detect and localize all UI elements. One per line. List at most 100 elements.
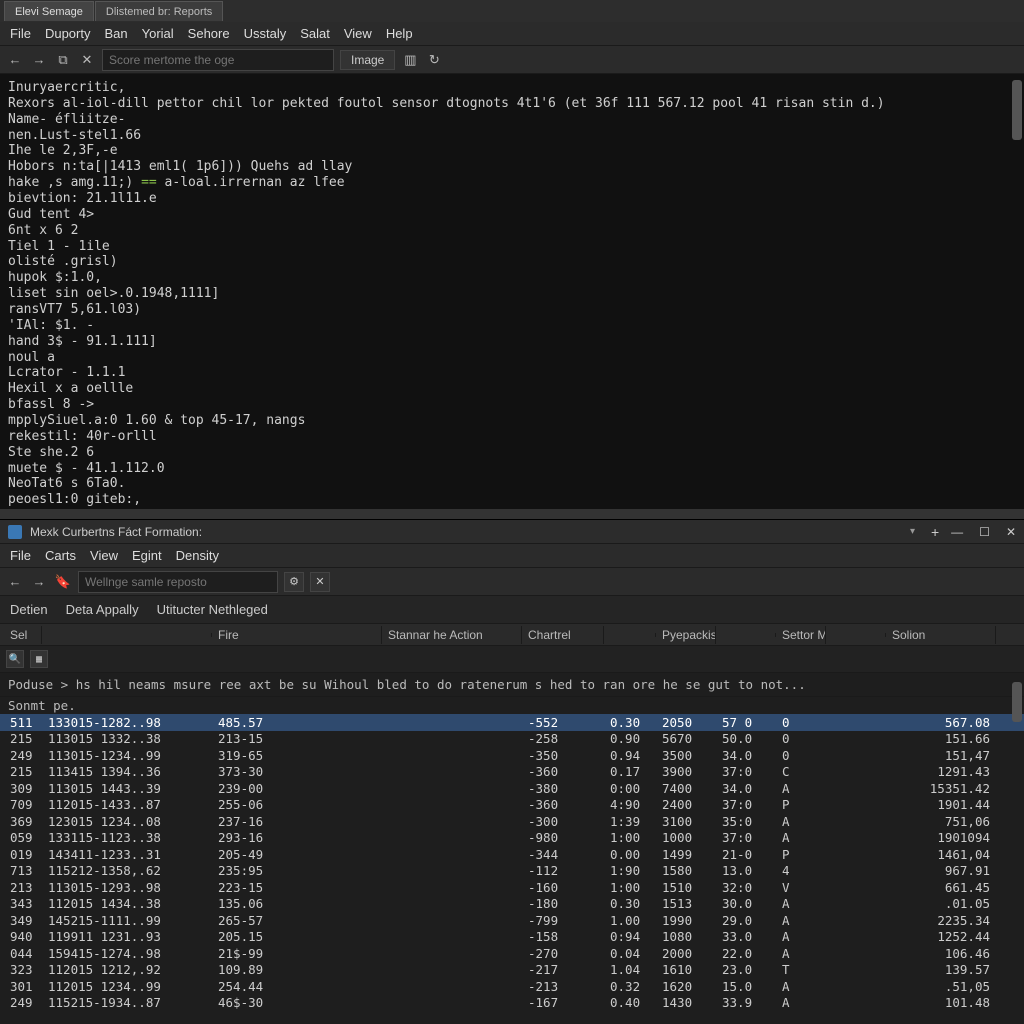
- cell: 1580: [656, 863, 716, 878]
- table-row[interactable]: 301112015 1234..99254.44-2130.32162015.0…: [0, 978, 1024, 995]
- cell: 213-15: [212, 731, 382, 746]
- col-id[interactable]: [42, 633, 212, 637]
- menu-help[interactable]: Help: [386, 26, 413, 41]
- menu-ban[interactable]: Ban: [104, 26, 127, 41]
- cell: 223-15: [212, 880, 382, 895]
- filter-utitucter[interactable]: Utitucter Nethleged: [157, 602, 268, 617]
- table-row[interactable]: 349145215-1111..99265-57-7991.00199029.0…: [0, 912, 1024, 929]
- filter-detien[interactable]: Detien: [10, 602, 48, 617]
- col-sel[interactable]: Sel: [4, 626, 42, 644]
- back-button-2[interactable]: ←: [6, 573, 24, 591]
- bookmark-icon[interactable]: 🔖: [54, 573, 72, 591]
- table-row[interactable]: 309113015 1443..39239-00-3800:00740034.0…: [0, 780, 1024, 797]
- cell: 113015-1293..98: [42, 880, 212, 895]
- grid-icon[interactable]: ▦: [30, 650, 48, 668]
- new-tab-button[interactable]: +: [931, 524, 939, 540]
- table-row[interactable]: 511133015-1282..98485.57-5520.30205057 0…: [0, 714, 1024, 731]
- col-settor[interactable]: Settor MAx: [776, 626, 826, 644]
- cell: 751,06: [886, 814, 996, 829]
- menu-sehore[interactable]: Sehore: [188, 26, 230, 41]
- cell: 22.0: [716, 946, 776, 961]
- scrollbar-thumb[interactable]: [1012, 80, 1022, 140]
- cell: 23.0: [716, 962, 776, 977]
- table-row[interactable]: 343112015 1434..38135.06-1800.30151330.0…: [0, 896, 1024, 913]
- file-icon: [8, 525, 22, 539]
- menu-duporty[interactable]: Duporty: [45, 26, 91, 41]
- cell: 151,47: [886, 748, 996, 763]
- cell: 5670: [656, 731, 716, 746]
- tab-dropdown-icon[interactable]: ▾: [910, 526, 915, 537]
- col-stannar[interactable]: Stannar he Action: [382, 626, 522, 644]
- sub-label: Sonmt pe.: [0, 697, 1024, 714]
- cell: C: [776, 764, 826, 779]
- scrollbar-thumb-bottom[interactable]: [1012, 682, 1022, 722]
- table-row[interactable]: 249115215-1934..8746$-30-1670.40143033.9…: [0, 995, 1024, 1012]
- forward-button[interactable]: →: [30, 51, 48, 69]
- col-blank3[interactable]: [826, 633, 886, 637]
- table-row[interactable]: 249113015-1234..99319-65-3500.94350034.0…: [0, 747, 1024, 764]
- layout-icon[interactable]: ▥: [401, 51, 419, 69]
- forward-button-2[interactable]: →: [30, 573, 48, 591]
- cell: 2400: [656, 797, 716, 812]
- menu-salat[interactable]: Salat: [300, 26, 330, 41]
- tab-1[interactable]: Dlistemed br: Reports: [95, 1, 223, 21]
- table-row[interactable]: 019143411-1233..31205-49-3440.00149921-0…: [0, 846, 1024, 863]
- table-row[interactable]: 213113015-1293..98223-15-1601:00151032:0…: [0, 879, 1024, 896]
- close-button[interactable]: ✕: [1006, 525, 1016, 539]
- cell: 0.17: [604, 764, 656, 779]
- cell: -112: [522, 863, 604, 878]
- bmenu-carts[interactable]: Carts: [45, 548, 76, 563]
- col-chartrel[interactable]: Chartrel: [522, 626, 604, 644]
- table-row[interactable]: 713115212-1358,.62235:95-1121:90158013.0…: [0, 863, 1024, 880]
- filter-deta[interactable]: Deta Appally: [66, 602, 139, 617]
- col-pyepack[interactable]: Pyepackisty: [656, 626, 716, 644]
- search-input[interactable]: [102, 49, 334, 71]
- cell: 34.0: [716, 748, 776, 763]
- bmenu-view[interactable]: View: [90, 548, 118, 563]
- console-line: Ste she.2 6: [8, 445, 1016, 461]
- console-line: Inuryaercritic,: [8, 80, 1016, 96]
- minimize-button[interactable]: —: [951, 525, 963, 539]
- hscrollbar[interactable]: [0, 509, 1024, 519]
- cell: 0.30: [604, 715, 656, 730]
- gear-icon[interactable]: ⚙: [284, 572, 304, 592]
- cell: 485.57: [212, 715, 382, 730]
- cell: P: [776, 847, 826, 862]
- bmenu-egint[interactable]: Egint: [132, 548, 162, 563]
- console-output[interactable]: Inuryaercritic,Rexors al-iol-dill pettor…: [0, 74, 1024, 519]
- reload-icon[interactable]: ↻: [425, 51, 443, 69]
- close-icon[interactable]: ✕: [78, 51, 96, 69]
- menu-usstaly[interactable]: Usstaly: [244, 26, 287, 41]
- table-row[interactable]: 059133115-1123..38293-16-9801:00100037:0…: [0, 830, 1024, 847]
- menu-file[interactable]: File: [10, 26, 31, 41]
- table-row[interactable]: 323112015 1212,.92109.89-2171.04161023.0…: [0, 962, 1024, 979]
- table-row[interactable]: 215113415 1394..36373-30-3600.17390037:0…: [0, 764, 1024, 781]
- col-fire[interactable]: Fire: [212, 626, 382, 644]
- menu-view[interactable]: View: [344, 26, 372, 41]
- menu-yorial[interactable]: Yorial: [142, 26, 174, 41]
- tab-0[interactable]: Elevi Semage: [4, 1, 94, 21]
- table-row[interactable]: 044159415-1274..9821$-99-2700.04200022.0…: [0, 945, 1024, 962]
- bmenu-density[interactable]: Density: [176, 548, 219, 563]
- cell: 151.66: [886, 731, 996, 746]
- filter-input[interactable]: [78, 571, 278, 593]
- col-blank1[interactable]: [604, 633, 656, 637]
- clear-icon[interactable]: ✕: [310, 572, 330, 592]
- table-body: 511133015-1282..98485.57-5520.30205057 0…: [0, 714, 1024, 1011]
- col-blank2[interactable]: [716, 633, 776, 637]
- console-line: Hexil x a oellle: [8, 381, 1016, 397]
- search-row-icon[interactable]: 🔍: [6, 650, 24, 668]
- save-icon[interactable]: ⧉: [54, 51, 72, 69]
- back-button[interactable]: ←: [6, 51, 24, 69]
- bmenu-file[interactable]: File: [10, 548, 31, 563]
- table-row[interactable]: 215113015 1332..38213-15-2580.90567050.0…: [0, 731, 1024, 748]
- cell: -160: [522, 880, 604, 895]
- col-solion[interactable]: Solion: [886, 626, 996, 644]
- table-row[interactable]: 709112015-1433..87255-06-3604:90240037:0…: [0, 797, 1024, 814]
- table-row[interactable]: 940119911 1231..93205.15-1580:94108033.0…: [0, 929, 1024, 946]
- cell: 21-0: [716, 847, 776, 862]
- image-mode-button[interactable]: Image: [340, 50, 395, 70]
- table-row[interactable]: 369123015 1234..08237-16-3001:39310035:0…: [0, 813, 1024, 830]
- window-tabs: Elevi Semage Dlistemed br: Reports: [0, 0, 1024, 22]
- maximize-button[interactable]: ☐: [979, 525, 990, 539]
